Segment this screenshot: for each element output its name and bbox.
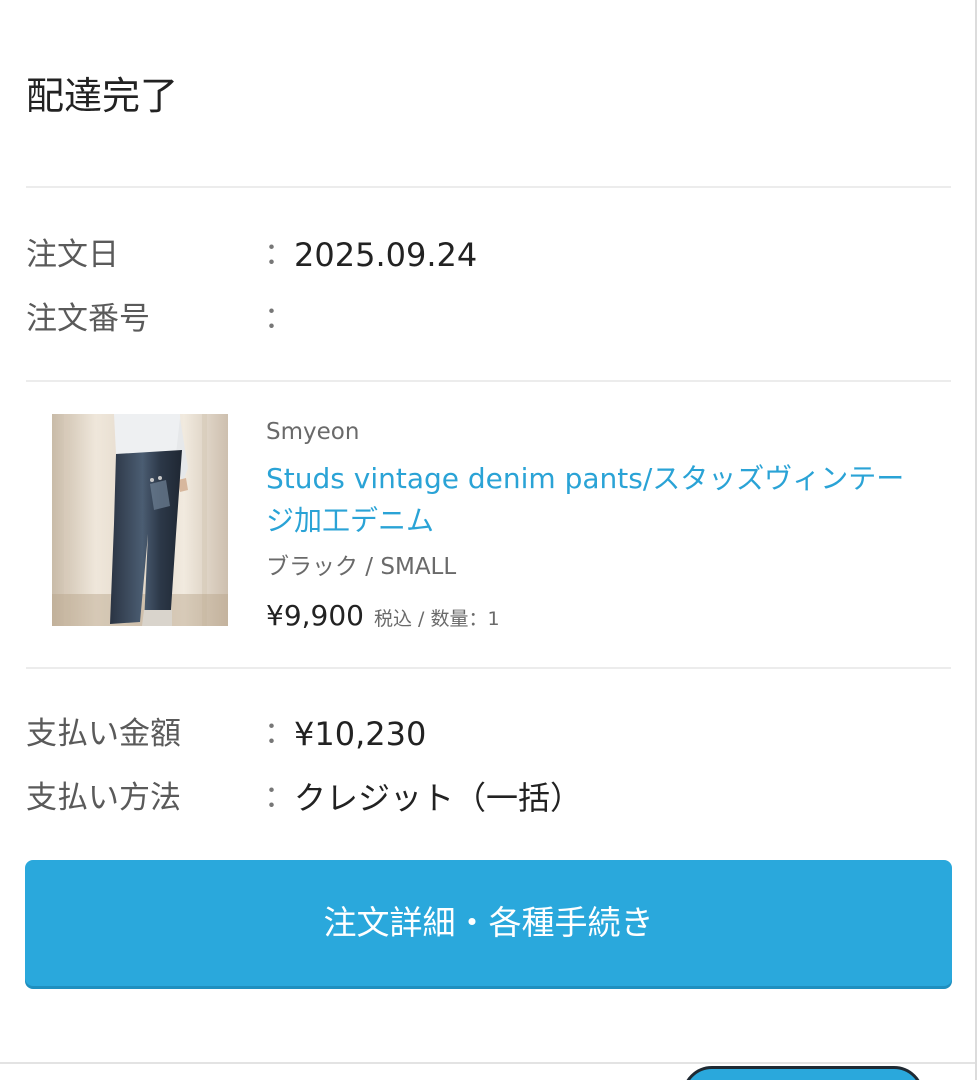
payment-amount-label: 支払い金額 xyxy=(26,716,181,752)
order-card-page: 配達完了 注文日 ： 2025.09.24 注文番号 ： Smyeon Stud… xyxy=(0,0,977,1080)
divider xyxy=(26,186,951,188)
divider xyxy=(26,667,951,669)
order-number-label: 注文番号 xyxy=(26,301,150,337)
delivery-status-title: 配達完了 xyxy=(26,74,179,118)
payment-method-label: 支払い方法 xyxy=(26,780,181,816)
floating-chat-button[interactable] xyxy=(682,1066,924,1080)
payment-method-colon: ： xyxy=(264,780,294,815)
divider xyxy=(26,380,951,382)
payment-amount-colon: ： xyxy=(264,716,294,751)
product-variant: ブラック / SMALL xyxy=(266,554,457,580)
product-name-link[interactable]: Studs vintage denim pants/スタッズヴィンテージ加工デニ… xyxy=(266,458,926,542)
payment-amount-row: 支払い金額 ： ¥10,230 xyxy=(26,711,951,757)
order-date-value: 2025.09.24 xyxy=(294,236,478,274)
order-date-colon: ： xyxy=(264,237,294,272)
product-image[interactable] xyxy=(52,414,228,626)
order-date-row: 注文日 ： 2025.09.24 xyxy=(26,232,951,278)
denim-pants-photo xyxy=(52,414,228,626)
product-brand: Smyeon xyxy=(266,419,360,445)
order-number-colon: ： xyxy=(264,301,294,336)
bottom-bar-divider xyxy=(0,1062,977,1064)
order-date-label: 注文日 xyxy=(26,237,119,273)
payment-method-row: 支払い方法 ： クレジット（一括） xyxy=(26,775,951,821)
product-price: ¥9,900 xyxy=(266,599,364,632)
payment-amount-value: ¥10,230 xyxy=(294,715,427,753)
payment-method-value: クレジット（一括） xyxy=(294,779,583,817)
product-price-meta: 税込 / 数量：1 xyxy=(373,608,500,630)
product-price-row: ¥9,900 税込 / 数量：1 xyxy=(266,596,500,636)
order-number-row: 注文番号 ： xyxy=(26,296,951,342)
order-details-button[interactable]: 注文詳細・各種手続き xyxy=(25,860,952,986)
